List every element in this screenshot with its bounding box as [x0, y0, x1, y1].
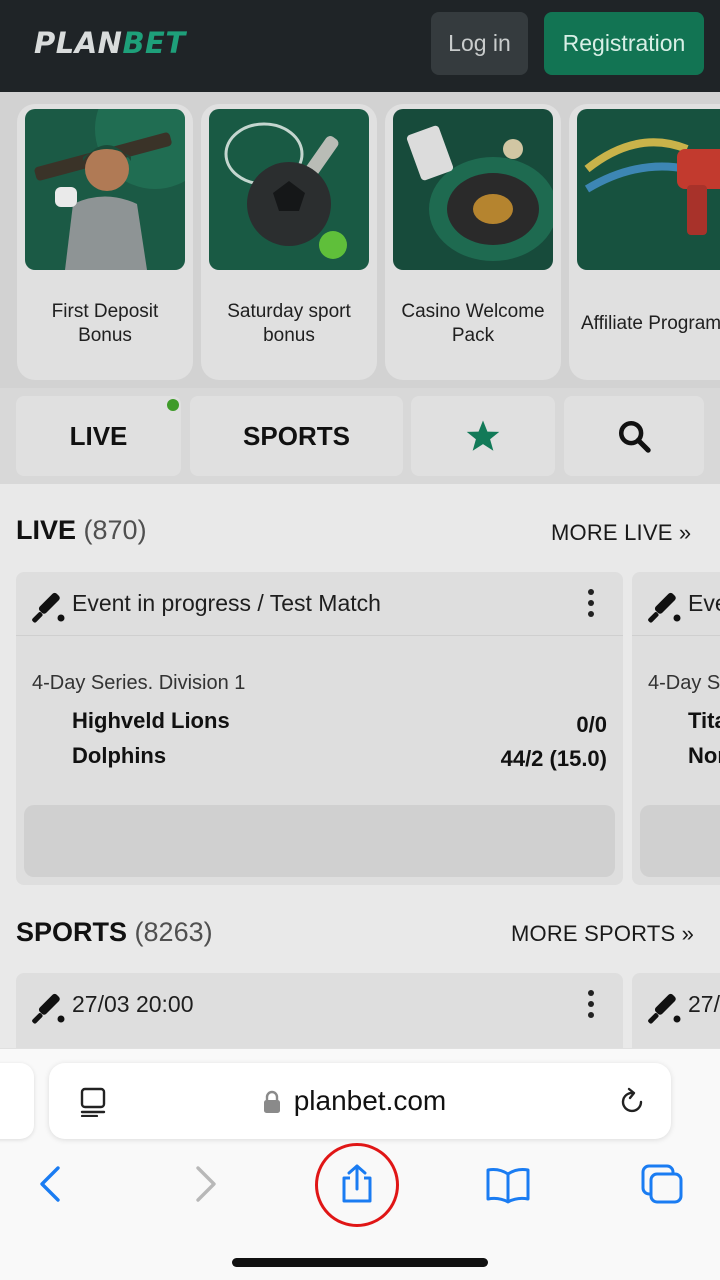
promo-image-roulette [393, 109, 553, 270]
league-name: 4-Day Series. Division 1 [32, 672, 246, 694]
promo-card-casino-welcome[interactable]: Casino Welcome Pack [385, 104, 561, 380]
cricket-bat-icon [32, 993, 65, 1024]
card-header: Eve [632, 572, 720, 636]
more-options-icon[interactable] [586, 589, 596, 621]
card-header: Event in progress / Test Match [16, 572, 623, 636]
back-icon[interactable] [36, 1165, 64, 1203]
nav-favorites-button[interactable] [411, 396, 555, 476]
cricket-bat-icon [648, 993, 681, 1024]
promo-card-affiliate[interactable]: Affiliate Program [569, 104, 720, 380]
sports-event-datetime-peek: 27/ [688, 991, 720, 1017]
sports-section-title: SPORTS (8263) [16, 917, 213, 948]
site-header: PLANBET Log in Registration [0, 0, 720, 92]
live-event-card[interactable]: Event in progress / Test Match 4-Day Ser… [16, 572, 623, 885]
cricket-bat-icon [32, 592, 65, 623]
promo-carousel[interactable]: First Deposit Bonus Saturday sport bonus [0, 92, 720, 388]
registration-button[interactable]: Registration [544, 12, 704, 75]
promo-label: First Deposit Bonus [51, 301, 159, 346]
live-event-card-peek[interactable]: Eve 4-Day S Tita Nor [632, 572, 720, 885]
odds-placeholder-peek[interactable] [640, 805, 720, 877]
more-live-link[interactable]: MORE LIVE » [551, 520, 691, 546]
logo-text-plan: PLAN [34, 26, 123, 60]
promo-image-cricketer [25, 109, 185, 270]
reload-icon[interactable] [617, 1087, 647, 1117]
live-indicator-dot [167, 399, 179, 411]
promo-image-money-gun [577, 109, 720, 270]
live-title-text: LIVE [16, 515, 77, 545]
card-header: 27/ [632, 973, 720, 1037]
logo-text-bet: BET [122, 26, 186, 60]
share-highlight-ring [315, 1143, 399, 1227]
nav-sports-button[interactable]: SPORTS [190, 396, 403, 476]
promo-label: Casino Welcome Pack [401, 301, 545, 346]
url-text: planbet.com [293, 1085, 447, 1116]
planbet-logo[interactable]: PLANBET [34, 26, 186, 60]
bookmarks-icon[interactable] [485, 1166, 531, 1204]
team-home-peek: Tita [688, 708, 720, 733]
nav-sports-label: SPORTS [243, 420, 350, 451]
sports-title-text: SPORTS [16, 917, 128, 947]
promo-label: Saturday sport bonus [227, 301, 351, 346]
address-bar[interactable]: planbet.com [49, 1063, 671, 1139]
forward-icon[interactable] [192, 1165, 220, 1203]
odds-placeholder[interactable] [24, 805, 615, 877]
league-name-peek: 4-Day S [648, 672, 720, 694]
team-away-peek: Nor [688, 743, 720, 768]
search-icon [618, 420, 651, 453]
star-icon [466, 420, 500, 451]
cricket-bat-icon [648, 592, 681, 623]
live-count: (870) [83, 515, 147, 545]
score-home: 0/0 [576, 712, 607, 737]
more-sports-link[interactable]: MORE SPORTS » [511, 921, 694, 947]
live-event-title: Event in progress / Test Match [72, 590, 381, 616]
score-away: 44/2 (15.0) [500, 746, 607, 771]
more-options-icon[interactable] [586, 990, 596, 1022]
login-button[interactable]: Log in [431, 12, 528, 75]
promo-card-saturday-sport[interactable]: Saturday sport bonus [201, 104, 377, 380]
live-section-title: LIVE (870) [16, 515, 147, 546]
sports-event-datetime: 27/03 20:00 [72, 991, 194, 1017]
promo-image-sports-balls [209, 109, 369, 270]
sport-nav: LIVE SPORTS [0, 388, 720, 484]
sports-count: (8263) [134, 917, 213, 947]
promo-label: Affiliate Program [581, 313, 720, 334]
team-home: Highveld Lions [72, 708, 230, 733]
team-away: Dolphins [72, 743, 167, 768]
nav-live-button[interactable]: LIVE [16, 396, 181, 476]
nav-search-button[interactable] [564, 396, 704, 476]
tabs-icon[interactable] [640, 1163, 684, 1205]
event-title-peek: Eve [688, 590, 720, 616]
card-header: 27/03 20:00 [16, 973, 623, 1037]
home-indicator[interactable] [232, 1258, 488, 1267]
promo-card-first-deposit[interactable]: First Deposit Bonus [17, 104, 193, 380]
nav-live-label: LIVE [69, 420, 128, 451]
previous-tab-peek[interactable] [0, 1063, 34, 1139]
